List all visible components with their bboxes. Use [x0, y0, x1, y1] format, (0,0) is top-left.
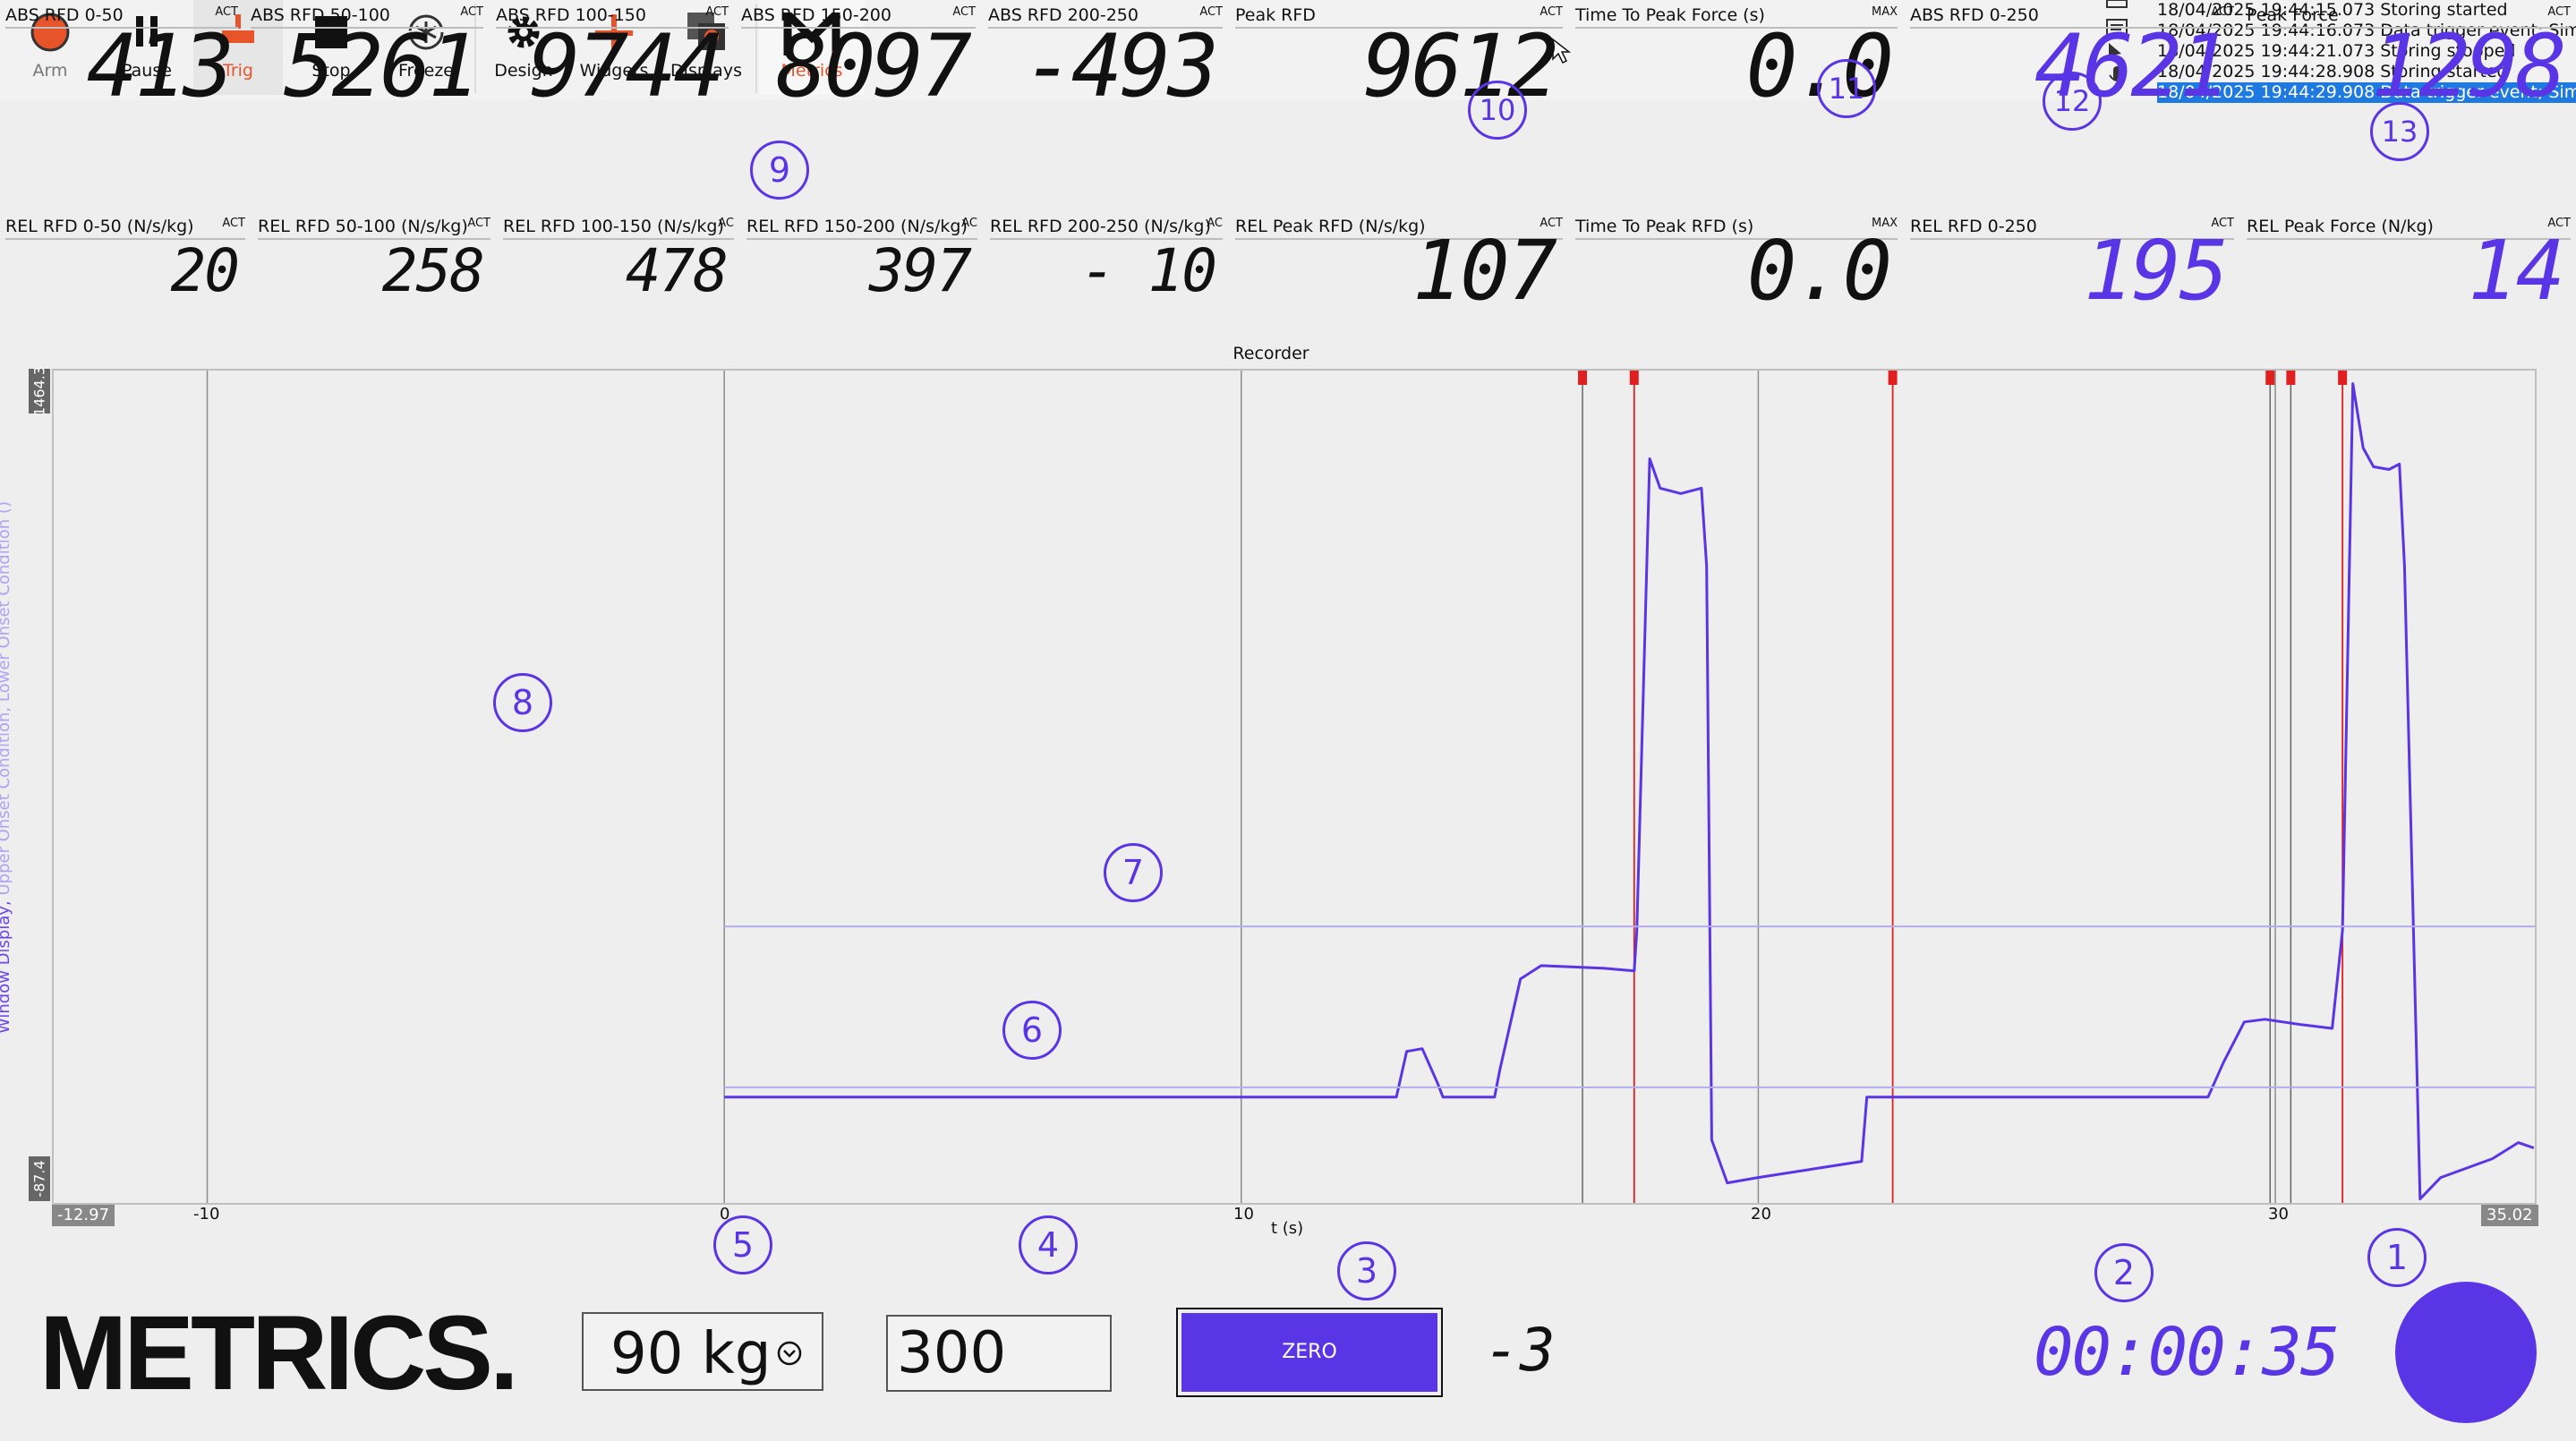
callout-6: 6 — [1002, 1001, 1062, 1060]
y-label-main: Window Display, — [0, 900, 13, 1034]
metric-title: REL RFD 150-200 (N/s/kg) — [746, 217, 968, 236]
metric-value: 9744 — [528, 16, 725, 116]
metric-tag: AC — [718, 217, 734, 230]
metric-rel-rfd-150-200[interactable]: REL RFD 150-200 (N/s/kg) AC 397 — [741, 211, 983, 304]
metric-value: 20 — [170, 236, 240, 305]
metric-tag: ACT — [222, 217, 245, 230]
metric-time-to-peak-rfd[interactable]: Time To Peak RFD (s) MAX 0.0 — [1570, 211, 1903, 319]
metric-value: 397 — [868, 236, 972, 305]
callout-4: 4 — [1019, 1215, 1078, 1275]
metric-value: - 10 — [1080, 236, 1217, 305]
metric-rel-peak-force[interactable]: REL Peak Force (N/kg) ACT 14 — [2241, 211, 2576, 319]
metric-title: REL RFD 50-100 (N/s/kg) — [258, 217, 468, 236]
metric-value: 478 — [625, 236, 729, 305]
metric-title: REL RFD 200-250 (N/s/kg) — [990, 217, 1211, 236]
callout-9: 9 — [750, 141, 809, 200]
trigger-flag-icon — [1578, 371, 1588, 385]
metric-title: REL RFD 100-150 (N/s/kg) — [503, 217, 724, 236]
metric-value: 5261 — [283, 16, 480, 116]
callout-7: 7 — [1104, 843, 1163, 902]
y-min-label: -87.4 — [29, 1156, 50, 1201]
metric-title: Time To Peak RFD (s) — [1575, 217, 1754, 236]
recorder-title: Recorder — [1233, 344, 1309, 363]
x-tick-label: 30 — [2268, 1205, 2289, 1224]
metric-rel-rfd-100-150[interactable]: REL RFD 100-150 (N/s/kg) AC 478 — [498, 211, 739, 304]
metric-rel-rfd-200-250[interactable]: REL RFD 200-250 (N/s/kg) AC - 10 — [985, 211, 1228, 304]
elapsed-timer: 00:00:35 — [2034, 1314, 2340, 1391]
metric-value: 0.0 — [1746, 223, 1892, 319]
callout-1: 1 — [2367, 1228, 2427, 1287]
trigger-flag-icon — [2286, 371, 2296, 385]
series-window-display — [724, 382, 2535, 1201]
trigger-flag-icon — [1888, 371, 1898, 385]
metric-value: 258 — [381, 236, 485, 305]
x-max-label: 35.02 — [2481, 1205, 2538, 1226]
metric-value: 195 — [2083, 223, 2229, 319]
callout-5: 5 — [713, 1215, 772, 1275]
trigger-flag-icon — [2338, 371, 2348, 385]
callout-8: 8 — [493, 673, 552, 732]
metric-title: REL RFD 0-250 — [1910, 217, 2037, 236]
metric-value: 107 — [1412, 223, 1557, 319]
body-weight-select[interactable]: 90 kg — [582, 1312, 823, 1391]
metric-tag: AC — [1207, 217, 1223, 230]
weight-value: 90 kg — [610, 1321, 772, 1387]
metric-rel-rfd-0-250[interactable]: REL RFD 0-250 ACT 195 — [1905, 211, 2239, 319]
zero-button[interactable]: ZERO — [1176, 1308, 1443, 1397]
metric-value: -493 — [1022, 16, 1219, 116]
metric-title: Peak Force — [2247, 5, 2339, 25]
callout-10: 10 — [1468, 81, 1527, 140]
x-tick-label: 10 — [1233, 1205, 1254, 1224]
metric-value: 413 — [86, 16, 235, 116]
metric-title: REL Peak Force (N/kg) — [2247, 217, 2434, 236]
metric-tag: AC — [961, 217, 977, 230]
chevron-down-icon — [777, 1341, 802, 1366]
metric-rel-rfd-50-100[interactable]: REL RFD 50-100 (N/s/kg) ACT 258 — [252, 211, 496, 304]
trigger-flag-icon — [1629, 371, 1639, 385]
metric-value: 14 — [2468, 223, 2565, 319]
y-axis-label: Window Display, Upper Onset Condition, L… — [0, 501, 13, 1034]
callout-3: 3 — [1337, 1241, 1396, 1300]
zero-offset-value: -3 — [1484, 1316, 1556, 1385]
metric-title: ABS RFD 0-250 — [1910, 5, 2039, 25]
callout-12: 12 — [2043, 72, 2102, 131]
metric-abs-rfd-200-250[interactable]: ABS RFD 200-250 ACT -493 — [983, 0, 1228, 111]
recorder-plot-svg[interactable] — [54, 371, 2535, 1203]
metric-value: 8097 — [775, 16, 972, 116]
metric-title: Time To Peak Force (s) — [1575, 5, 1765, 25]
x-min-label: -12.97 — [52, 1205, 115, 1226]
svg-text:METRICS.: METRICS. — [39, 1309, 516, 1402]
callout-11: 11 — [1817, 59, 1876, 118]
metric-title: REL Peak RFD (N/s/kg) — [1235, 217, 1426, 236]
callout-13: 13 — [2370, 102, 2429, 161]
metric-rel-peak-rfd[interactable]: REL Peak RFD (N/s/kg) ACT 107 — [1230, 211, 1568, 319]
y-label-conditions: Upper Onset Condition, Lower Onset Condi… — [0, 501, 13, 896]
record-button[interactable] — [2395, 1282, 2537, 1423]
recorder-plot[interactable] — [52, 369, 2537, 1205]
callout-2: 2 — [2094, 1243, 2154, 1302]
x-axis-label: t (s) — [1271, 1219, 1304, 1238]
zero-button-label: ZERO — [1181, 1313, 1437, 1392]
metric-abs-rfd-150-200[interactable]: ABS RFD 150-200 ACT 8097 — [736, 0, 981, 111]
metrics-brand-logo: METRICS. — [39, 1309, 519, 1402]
metric-abs-rfd-100-150[interactable]: ABS RFD 100-150 ACT 9744 — [490, 0, 734, 111]
metric-abs-rfd-0-50[interactable]: ABS RFD 0-50 ACT 413 — [0, 0, 243, 111]
sample-count-input[interactable] — [886, 1315, 1112, 1392]
metric-title: REL RFD 0-50 (N/s/kg) — [5, 217, 194, 236]
metric-peak-force[interactable]: Peak Force ACT 1298 — [2241, 0, 2576, 111]
metric-rel-rfd-0-50[interactable]: REL RFD 0-50 (N/s/kg) ACT 20 — [0, 211, 251, 304]
x-tick-label: 20 — [1751, 1205, 1771, 1224]
x-tick-label: -10 — [193, 1205, 220, 1224]
metric-value: 1298 — [2370, 16, 2567, 116]
metric-abs-rfd-50-100[interactable]: ABS RFD 50-100 ACT 5261 — [245, 0, 489, 111]
trigger-flag-icon — [2265, 371, 2275, 385]
metric-value: 9612 — [1362, 16, 1559, 116]
metric-title: Peak RFD — [1235, 5, 1316, 25]
metric-tag: ACT — [467, 217, 490, 230]
y-max-label: 1464.3 — [29, 366, 50, 416]
